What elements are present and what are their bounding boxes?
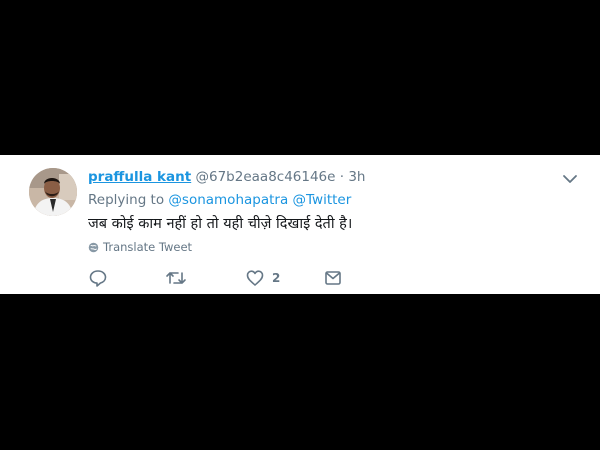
- like-button[interactable]: 2: [245, 267, 280, 289]
- avatar[interactable]: [29, 168, 77, 216]
- translate-label: Translate Tweet: [103, 240, 193, 254]
- chevron-down-icon[interactable]: [561, 171, 579, 185]
- mention-twitter[interactable]: @Twitter: [293, 192, 352, 208]
- avatar-image: [29, 168, 77, 216]
- replying-prefix: Replying to: [88, 192, 165, 208]
- author-handle[interactable]: @67b2eaa8c46146e: [196, 169, 336, 185]
- reply-icon: [89, 270, 107, 287]
- replying-to: Replying to @sonamohapatra @Twitter: [88, 192, 351, 208]
- separator-dot: ·: [339, 169, 345, 185]
- tweet-card: praffulla kant @67b2eaa8c46146e · 3h Rep…: [0, 155, 600, 294]
- action-bar: 2: [0, 267, 600, 291]
- tweet-header: praffulla kant @67b2eaa8c46146e · 3h: [88, 169, 366, 185]
- like-count: 2: [272, 271, 281, 285]
- mention-sonamohapatra[interactable]: @sonamohapatra: [168, 192, 288, 208]
- envelope-icon: [325, 271, 341, 285]
- translate-tweet-link[interactable]: Translate Tweet: [88, 240, 192, 254]
- tweet-timestamp[interactable]: 3h: [348, 169, 365, 185]
- globe-icon: [88, 242, 99, 252]
- heart-icon: [246, 270, 264, 286]
- tweet-text: जब कोई काम नहीं हो तो यही चीज़े दिखाई दे…: [88, 216, 353, 232]
- author-name[interactable]: praffulla kant: [88, 169, 191, 185]
- reply-button[interactable]: [88, 267, 108, 289]
- retweet-button[interactable]: [165, 267, 187, 289]
- direct-message-button[interactable]: [323, 267, 343, 289]
- retweet-icon: [166, 272, 186, 284]
